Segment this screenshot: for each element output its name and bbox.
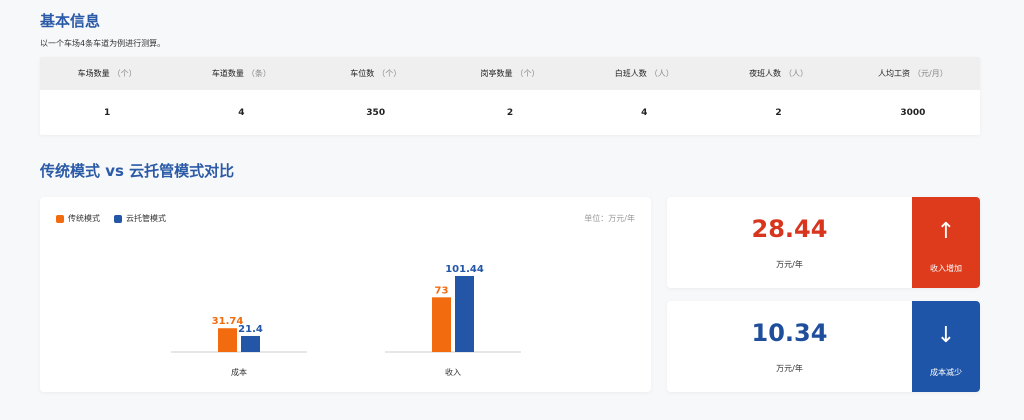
data-label: 73 xyxy=(435,285,449,296)
header-label: 人均工资 xyxy=(878,69,910,78)
kpi-main: 28.44 万元/年 xyxy=(667,197,912,288)
category-label: 成本 xyxy=(231,367,247,377)
bar xyxy=(455,276,474,352)
section-title-comparison: 传统模式 vs 云托管模式对比 xyxy=(40,162,235,180)
header-unit: （个） xyxy=(112,69,137,78)
arrow-down-icon: ↓ xyxy=(936,323,956,348)
kpi-card-cost-reduction: 10.34 万元/年 ↓ 成本减少 xyxy=(667,301,980,392)
header-unit: （人） xyxy=(784,69,809,78)
table-cell: 3000 xyxy=(900,107,926,118)
data-label: 101.44 xyxy=(445,264,484,275)
data-label: 21.4 xyxy=(238,324,263,335)
kpi-side-panel: ↓ 成本减少 xyxy=(912,301,980,392)
header-unit: （人） xyxy=(649,69,674,78)
header-cell-lot-count: 车场数量 （个） xyxy=(40,68,174,79)
header-cell-space-count: 车位数 （个） xyxy=(309,68,443,79)
table-row: 1 4 350 2 4 2 3000 xyxy=(40,90,980,135)
arrow-up-icon: ↑ xyxy=(936,219,956,244)
kpi-value: 10.34 xyxy=(751,319,828,347)
section-title-basic-info: 基本信息 xyxy=(40,12,101,30)
header-cell-night-shift: 夜班人数 （人） xyxy=(711,68,845,79)
category-label: 收入 xyxy=(445,367,461,377)
table-cell: 2 xyxy=(775,107,782,118)
bar-chart: 31.7421.4成本73101.44收入 xyxy=(171,264,521,377)
table-cell: 4 xyxy=(641,107,648,118)
header-cell-lane-count: 车道数量 （条） xyxy=(174,68,308,79)
kpi-side-panel: ↑ 收入增加 xyxy=(912,197,980,288)
header-unit: （个） xyxy=(515,69,540,78)
kpi-card-revenue-increase: 28.44 万元/年 ↑ 收入增加 xyxy=(667,197,980,288)
kpi-label: 收入增加 xyxy=(930,264,962,273)
kpi-main: 10.34 万元/年 xyxy=(667,301,912,392)
header-label: 白班人数 xyxy=(614,69,647,78)
header-label: 岗亭数量 xyxy=(480,69,513,78)
bar xyxy=(432,297,451,352)
kpi-value: 28.44 xyxy=(751,215,828,243)
header-label: 车位数 xyxy=(350,69,375,78)
header-cell-booth-count: 岗亭数量 （个） xyxy=(443,68,577,79)
basic-info-table: 车场数量 （个） 车道数量 （条） 车位数 （个） 岗亭数量 （个） 白班人数 （人） 夜… xyxy=(40,57,980,135)
table-cell: 350 xyxy=(366,107,386,118)
header-unit: （元/月） xyxy=(913,69,948,78)
table-cell: 4 xyxy=(238,107,245,118)
table-header-row: 车场数量 （个） 车道数量 （条） 车位数 （个） 岗亭数量 （个） 白班人数 （人） 夜… xyxy=(40,57,980,90)
kpi-label: 成本减少 xyxy=(930,368,962,377)
header-cell-salary: 人均工资 （元/月） xyxy=(846,68,980,79)
table-cell: 1 xyxy=(104,107,111,118)
header-label: 夜班人数 xyxy=(749,69,782,78)
section-description: 以一个车场4条车道为例进行测算。 xyxy=(40,39,166,48)
header-label: 车道数量 xyxy=(211,69,244,78)
kpi-unit: 万元/年 xyxy=(776,260,803,269)
bar xyxy=(218,328,237,352)
header-unit: （个） xyxy=(377,69,402,78)
table-cell: 2 xyxy=(506,107,514,118)
kpi-unit: 万元/年 xyxy=(776,364,803,373)
header-label: 车场数量 xyxy=(77,69,110,78)
comparison-chart-card: 传统模式 云托管模式 单位：万元/年 31.74 21.4 成本 73 101.44 收入 xyxy=(40,197,651,392)
bar xyxy=(241,335,260,352)
header-cell-day-shift: 白班人数 （人） xyxy=(577,68,711,79)
header-unit: （条） xyxy=(246,69,271,78)
